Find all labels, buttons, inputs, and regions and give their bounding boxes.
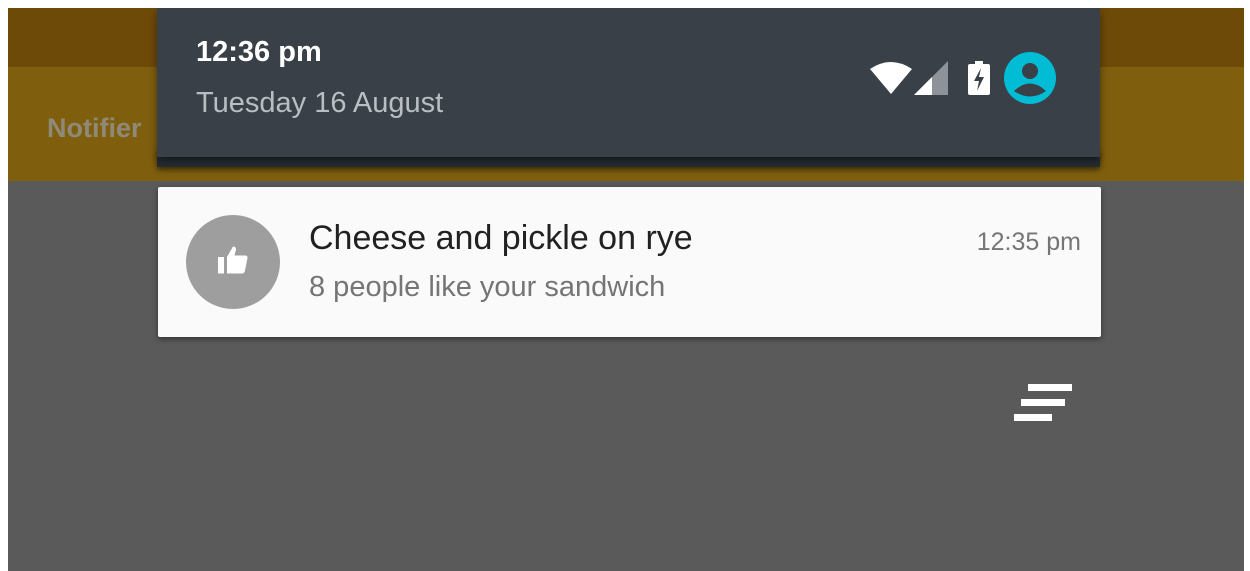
signal-icon xyxy=(914,61,948,95)
app-title: Notifier xyxy=(47,113,142,143)
notification-title: Cheese and pickle on rye xyxy=(309,219,693,257)
screen: Notifier 12:36 pm Tuesday 16 August Chee… xyxy=(8,8,1244,571)
status-icons xyxy=(870,52,1056,104)
notification-large-icon xyxy=(186,215,280,309)
clear-all-button[interactable] xyxy=(1014,384,1074,424)
battery-charging-icon xyxy=(968,61,990,95)
notification-shade-header[interactable]: 12:36 pm Tuesday 16 August xyxy=(157,8,1100,157)
clear-all-icon xyxy=(1014,384,1074,428)
shade-date[interactable]: Tuesday 16 August xyxy=(196,87,443,120)
notification-card[interactable]: Cheese and pickle on rye 8 people like y… xyxy=(158,187,1101,337)
notification-text: 8 people like your sandwich xyxy=(309,271,666,303)
thumbs-up-icon xyxy=(215,242,251,283)
shade-clock: 12:36 pm xyxy=(196,36,322,68)
notification-time: 12:35 pm xyxy=(976,228,1081,256)
user-account-icon[interactable] xyxy=(1004,52,1056,104)
wifi-icon xyxy=(870,62,912,94)
